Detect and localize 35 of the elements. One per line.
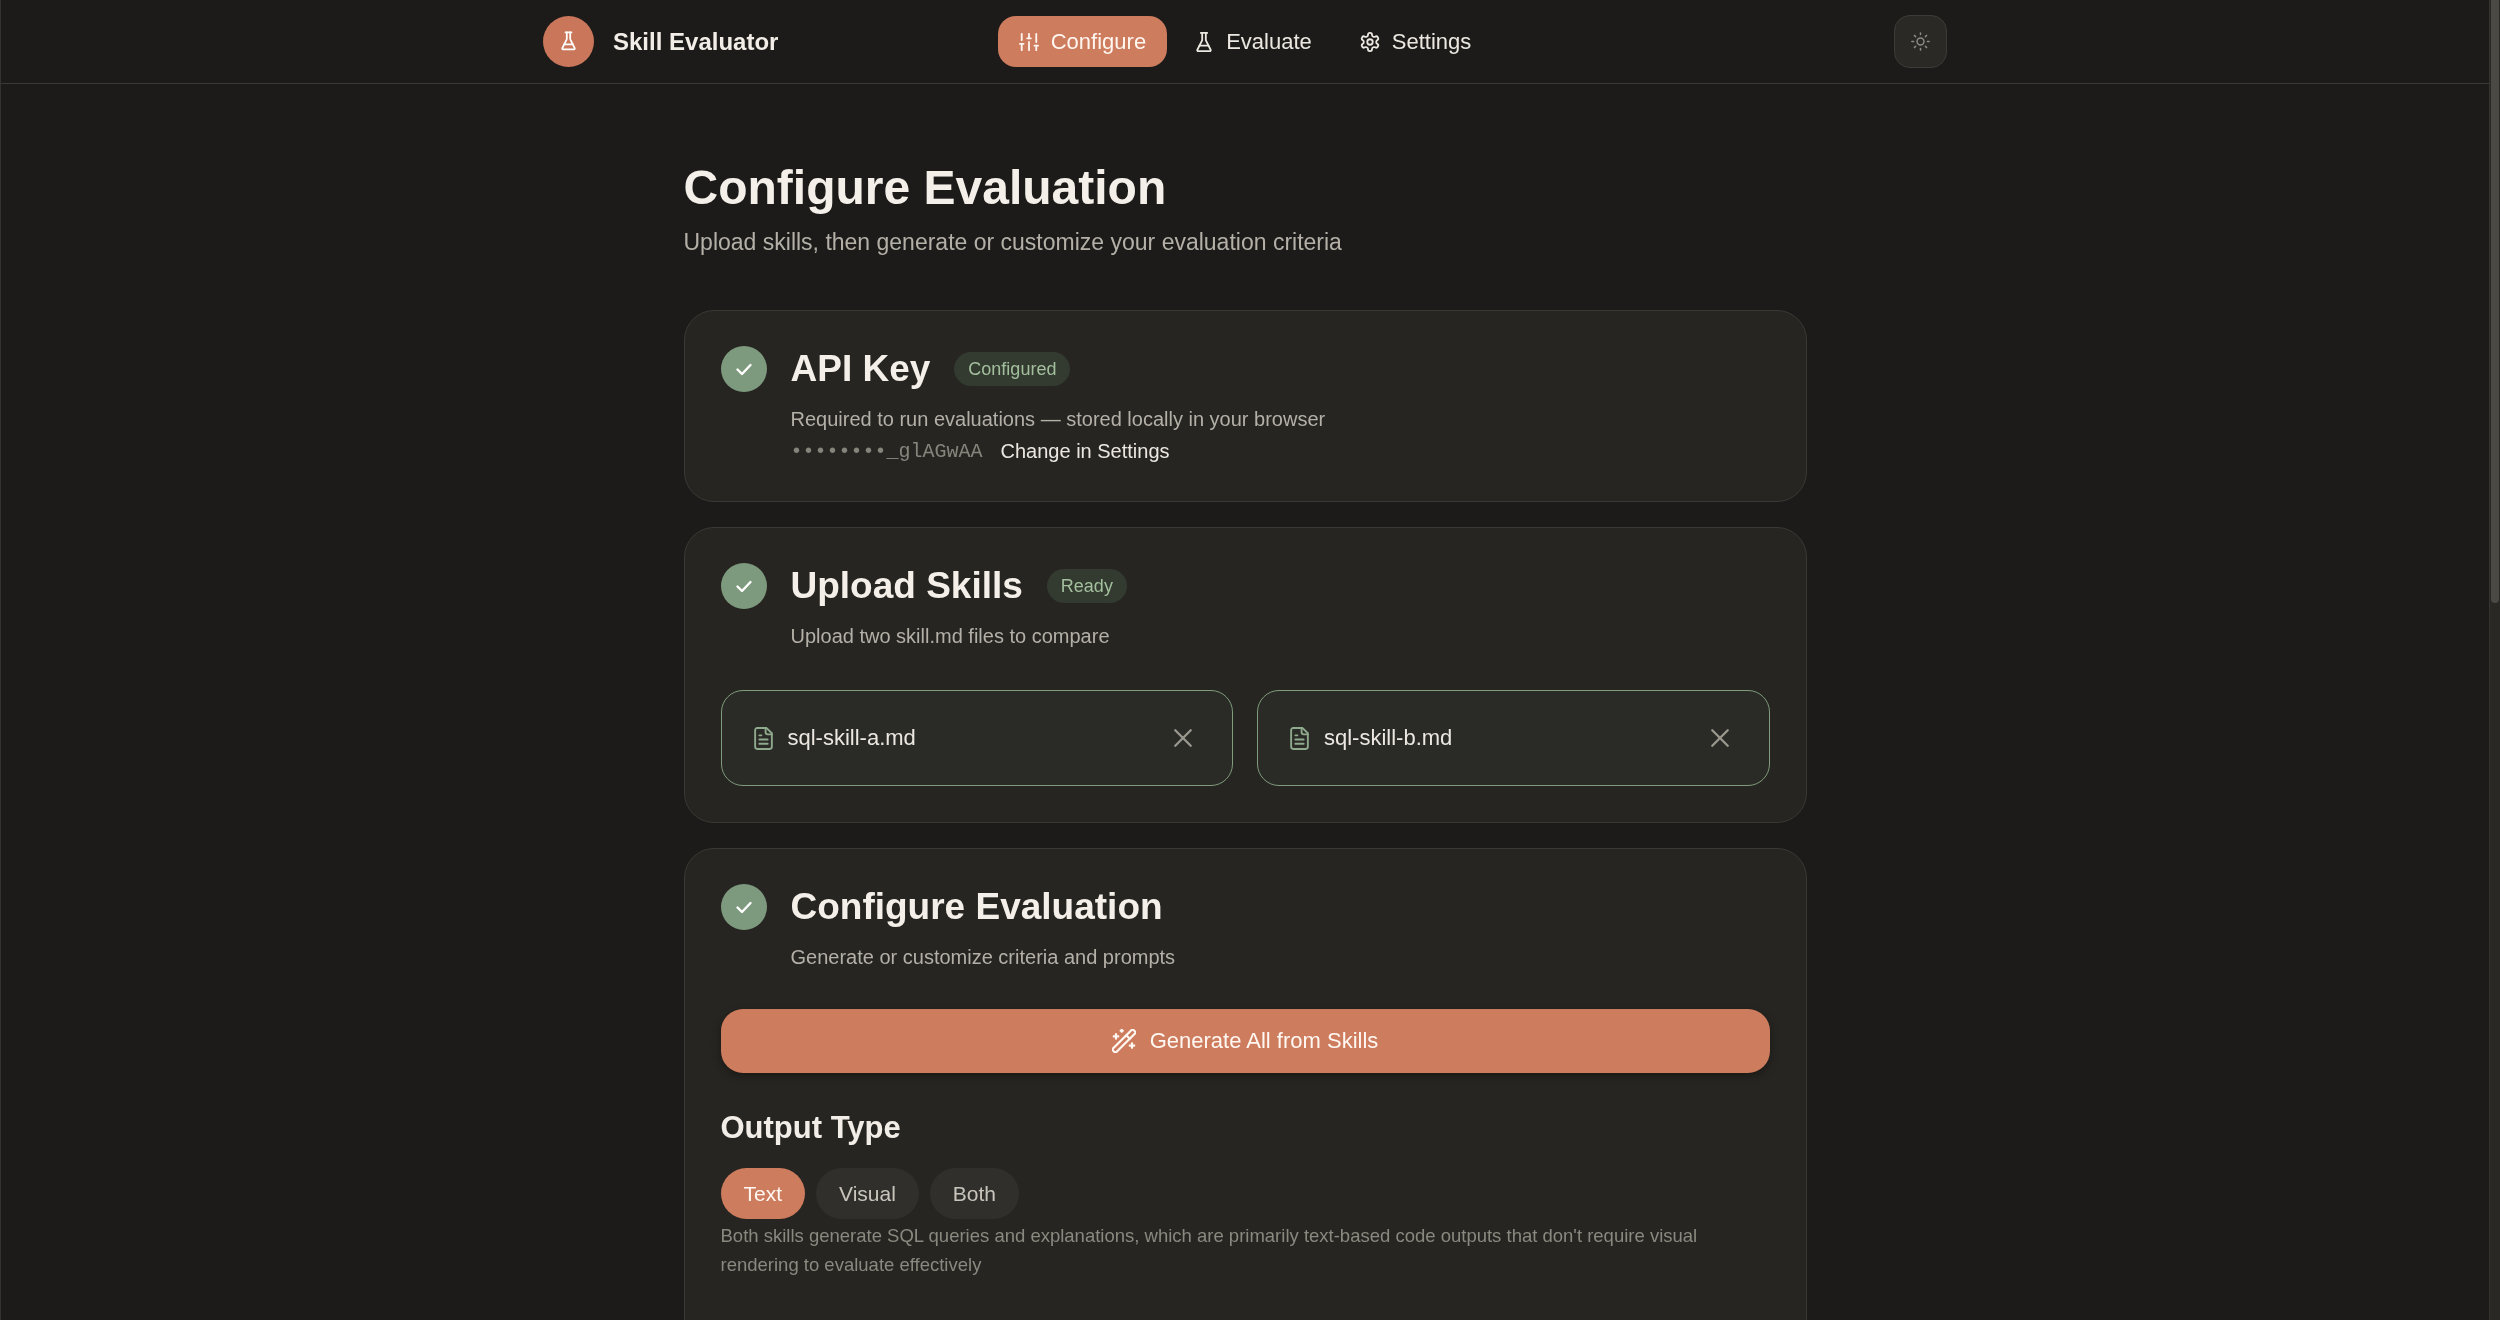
sliders-icon xyxy=(1018,31,1039,52)
close-icon xyxy=(1710,729,1729,747)
flask-icon xyxy=(1194,31,1215,52)
file-name: sql-skill-a.md xyxy=(787,725,917,751)
status-badge: Configured xyxy=(954,352,1071,386)
page-subtitle: Upload skills, then generate or customize your evaluation criteria xyxy=(683,228,1343,257)
output-type-heading: Output Type xyxy=(720,1109,902,1147)
nav-tab[interactable]: Settings xyxy=(1338,16,1493,67)
section-title: Upload Skills xyxy=(790,564,1023,608)
masked-api-key: ••••••••_glAGwAA xyxy=(790,439,983,463)
settings-link[interactable]: Change in Settings xyxy=(1000,439,1170,463)
section-title: API Key xyxy=(790,347,931,391)
scrollbar[interactable] xyxy=(2489,0,2500,1320)
sun-icon xyxy=(1911,32,1930,51)
remove-file-button[interactable] xyxy=(1172,727,1194,749)
file-name: sql-skill-b.md xyxy=(1324,725,1454,751)
flask-logo-icon xyxy=(543,16,594,67)
nav-tab[interactable]: Evaluate xyxy=(1173,16,1333,67)
output-type-option[interactable]: Visual xyxy=(816,1168,919,1219)
magic-wand-icon xyxy=(1111,1029,1136,1053)
output-type-option[interactable]: Both xyxy=(929,1168,1020,1219)
section-description: Required to run evaluations — stored locally in your browser xyxy=(790,407,1327,432)
output-type-explanation: Both skills generate SQL queries and explanations, which are primarily text-based code outputs that don't require visual rendering to evaluate effectively xyxy=(720,1224,1699,1277)
app-name: Skill Evaluator xyxy=(613,27,779,56)
file-icon xyxy=(753,726,773,750)
settings-icon xyxy=(1359,31,1380,52)
section-description: Generate or customize criteria and prompts xyxy=(790,945,1177,970)
section-title: Configure Evaluation xyxy=(790,885,1163,929)
remove-file-button[interactable] xyxy=(1708,727,1731,749)
theme-toggle-button[interactable] xyxy=(1894,15,1947,68)
status-badge: Ready xyxy=(1046,569,1127,603)
page-title: Configure Evaluation xyxy=(683,160,1168,216)
section-description: Upload two skill.md files to compare xyxy=(790,624,1111,649)
file-icon xyxy=(1290,726,1309,750)
close-icon xyxy=(1174,729,1192,747)
